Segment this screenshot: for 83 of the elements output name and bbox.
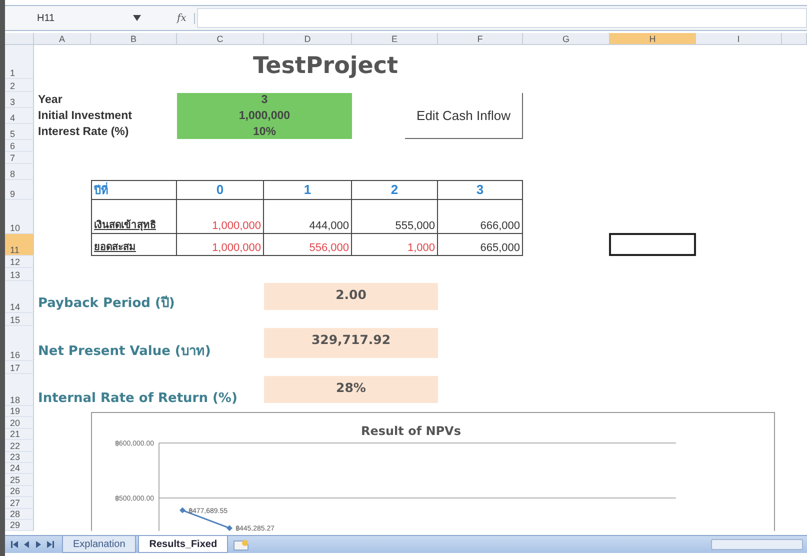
chart-title: Result of NPVs xyxy=(361,424,461,438)
row-header[interactable]: 19 xyxy=(5,406,34,418)
row-header[interactable]: 6 xyxy=(5,140,34,152)
row-header[interactable]: 5 xyxy=(5,124,34,140)
column-header[interactable]: D xyxy=(264,33,352,45)
result-label: Internal Rate of Return (%) xyxy=(37,391,238,406)
column-header[interactable]: H xyxy=(610,33,696,45)
table-cell: 1,000,000 xyxy=(177,200,264,234)
row-header[interactable]: 25 xyxy=(5,474,34,486)
row-header[interactable]: 24 xyxy=(5,462,34,474)
row-header[interactable]: 27 xyxy=(5,497,34,509)
row-header[interactable]: 17 xyxy=(5,361,34,374)
table-cell: 666,000 xyxy=(438,200,523,234)
sheet-title: TestProject xyxy=(253,53,398,79)
result-label: Net Present Value (บาท) xyxy=(37,343,212,361)
column-header[interactable]: B xyxy=(91,33,177,45)
horizontal-scrollbar[interactable] xyxy=(711,539,803,550)
row-header[interactable]: 23 xyxy=(5,452,34,463)
data-point xyxy=(226,525,232,532)
result-label: Payback Period (ปี) xyxy=(37,294,176,313)
name-box[interactable]: H11 xyxy=(25,10,121,26)
result-value: 329,717.92 xyxy=(264,328,438,358)
insert-function-button[interactable]: fx xyxy=(169,12,196,24)
row-header[interactable]: 29 xyxy=(5,520,34,532)
result-value: 28% xyxy=(264,376,438,403)
input-label: Initial Investment xyxy=(37,110,133,122)
table-cell: 665,000 xyxy=(438,234,523,256)
row-header[interactable]: 10 xyxy=(5,200,34,234)
table-header-cell: ปีที่ xyxy=(91,180,177,200)
input-label: Interest Rate (%) xyxy=(37,126,130,138)
row-header[interactable]: 11 xyxy=(5,234,34,256)
sheet-tab[interactable]: Results_Fixed xyxy=(138,536,228,553)
npv-line xyxy=(182,510,230,529)
table-header-cell: 3 xyxy=(438,180,523,200)
row-header[interactable]: 15 xyxy=(5,313,34,326)
table-header-cell: 2 xyxy=(352,180,438,200)
row-header[interactable]: 8 xyxy=(5,164,34,180)
row-header[interactable]: 28 xyxy=(5,508,34,520)
column-header[interactable]: A xyxy=(34,33,91,45)
next-sheet-icon[interactable] xyxy=(35,541,42,548)
column-header[interactable]: G xyxy=(523,33,610,45)
column-header[interactable]: E xyxy=(352,33,438,45)
table-cell: 1,000,000 xyxy=(177,234,264,256)
edit-cash-inflow-button[interactable]: Edit Cash Inflow xyxy=(405,93,523,139)
table-header-cell: 1 xyxy=(264,180,352,200)
row-header[interactable]: 18 xyxy=(5,374,34,406)
table-cell: 444,000 xyxy=(264,200,352,234)
data-point xyxy=(180,507,186,514)
row-label-cell: เงินสดเข้าสุทธิ xyxy=(91,200,177,234)
row-header[interactable]: 13 xyxy=(5,268,34,281)
row-header[interactable]: 26 xyxy=(5,486,34,498)
row-header[interactable]: 12 xyxy=(5,256,34,268)
input-value: 3 xyxy=(260,94,269,106)
result-value: 2.00 xyxy=(264,283,438,310)
last-sheet-icon[interactable] xyxy=(47,541,54,548)
active-cell-outline[interactable] xyxy=(609,233,696,256)
formula-input[interactable] xyxy=(197,8,807,28)
table-cell: 1,000 xyxy=(352,234,438,256)
input-value: 1,000,000 xyxy=(238,110,292,122)
sheet-tab[interactable]: Explanation xyxy=(62,536,136,553)
row-header[interactable]: 21 xyxy=(5,428,34,440)
table-cell: 555,000 xyxy=(352,200,438,234)
row-header[interactable]: 7 xyxy=(5,152,34,164)
row-header[interactable]: 16 xyxy=(5,326,34,361)
column-header[interactable]: I xyxy=(696,33,782,45)
column-header[interactable]: F xyxy=(438,33,523,45)
row-header[interactable]: 2 xyxy=(5,79,34,92)
input-label: Year xyxy=(37,94,64,106)
row-header[interactable]: 14 xyxy=(5,281,34,313)
table-cell: 556,000 xyxy=(264,234,352,256)
row-header[interactable]: 4 xyxy=(5,108,34,124)
row-header[interactable]: 3 xyxy=(5,92,34,108)
row-label-cell: ยอดสะสม xyxy=(91,234,177,256)
dropdown-icon[interactable] xyxy=(133,15,141,21)
previous-sheet-icon[interactable] xyxy=(23,541,30,548)
table-header-cell: 0 xyxy=(177,180,264,200)
row-header[interactable]: 22 xyxy=(5,440,34,452)
column-header[interactable]: C xyxy=(177,33,264,45)
row-header[interactable]: 20 xyxy=(5,417,34,429)
row-header[interactable]: 1 xyxy=(5,45,34,79)
first-sheet-icon[interactable] xyxy=(11,541,18,548)
input-value: 10% xyxy=(252,126,278,138)
row-header[interactable]: 9 xyxy=(5,180,34,200)
